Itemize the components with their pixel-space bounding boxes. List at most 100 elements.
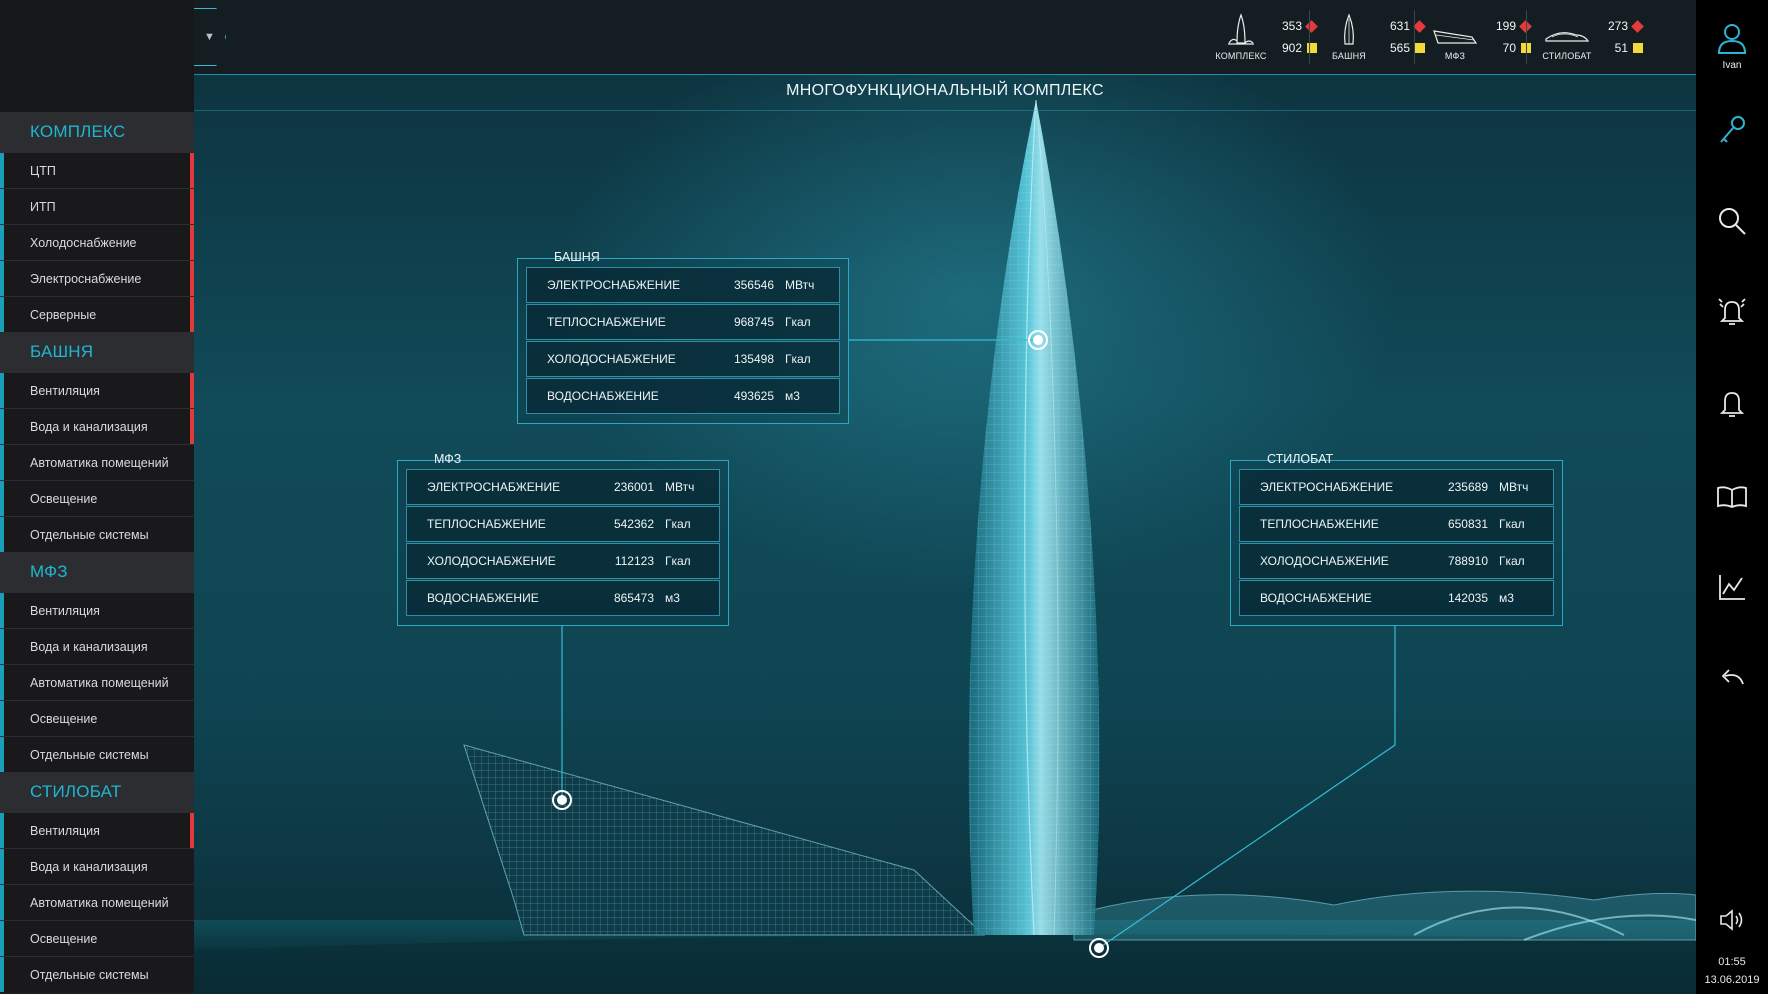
book-icon xyxy=(1717,486,1747,508)
bell-icon xyxy=(1719,392,1745,417)
table-row: ТЕПЛОСНАБЖЕНИЕ 968745 Гкал xyxy=(526,304,840,340)
alarm-count: 199 xyxy=(1495,19,1516,33)
sidebar-item[interactable]: Вода и канализация xyxy=(0,848,194,884)
status-label: СТИЛОБАТ xyxy=(1542,51,1592,61)
search-icon xyxy=(1719,208,1746,235)
user-button[interactable] xyxy=(1696,22,1768,54)
status-tower[interactable]: БАШНЯ 631 565 xyxy=(1320,0,1426,74)
sidebar-item[interactable]: Вода и канализация xyxy=(0,408,194,444)
metric-unit: м3 xyxy=(785,389,800,403)
volume-icon xyxy=(1720,909,1743,931)
right-toolbar: Ivan 01:55 13.06.2019 xyxy=(1696,0,1768,994)
stylobate-icon xyxy=(1545,32,1590,42)
sidebar-group-complex: КОМПЛЕКС ЦТП ИТП Холодоснабжение Электро… xyxy=(0,112,194,332)
alarm-diamond-icon xyxy=(1305,19,1318,33)
sidebar-item[interactable]: Вентиляция xyxy=(0,592,194,628)
sidebar-item[interactable]: Отдельные системы xyxy=(0,516,194,552)
metric-unit: МВтч xyxy=(1499,480,1529,494)
sidebar-group-header[interactable]: БАШНЯ xyxy=(0,332,194,372)
metric-value: 968745 xyxy=(733,315,774,329)
metric-value: 235689 xyxy=(1447,480,1488,494)
warning-square-icon xyxy=(1633,43,1643,53)
sidebar-item[interactable]: Холодоснабжение xyxy=(0,224,194,260)
sidebar-group-header[interactable]: СТИЛОБАТ xyxy=(0,772,194,812)
status-complex[interactable]: КОМПЛЕКС 353 902 xyxy=(1212,0,1318,74)
divider xyxy=(1414,10,1415,64)
sidebar-item[interactable]: Вентиляция xyxy=(0,812,194,848)
sidebar-item[interactable]: Вентиляция xyxy=(0,372,194,408)
undo-icon xyxy=(1721,669,1744,685)
table-row: ХОЛОДОСНАБЖЕНИЕ 112123 Гкал xyxy=(406,543,720,579)
panel-title: МФЗ xyxy=(434,452,462,466)
logo-area xyxy=(0,0,194,112)
metric-unit: Гкал xyxy=(785,352,811,366)
alarm-count: 273 xyxy=(1607,19,1628,33)
alarms-button[interactable] xyxy=(1696,296,1768,328)
metric-value: 493625 xyxy=(733,389,774,403)
charts-button[interactable] xyxy=(1696,572,1768,602)
alarm-diamond-icon xyxy=(1631,19,1644,33)
warning-count: 70 xyxy=(1502,41,1516,55)
table-row: ВОДОСНАБЖЕНИЕ 865473 м3 xyxy=(406,580,720,616)
metric-unit: МВтч xyxy=(785,278,815,292)
metric-unit: Гкал xyxy=(1499,517,1525,531)
sidebar-item[interactable]: Серверные xyxy=(0,296,194,332)
metric-label: ЭЛЕКТРОСНАБЖЕНИЕ xyxy=(1260,480,1394,494)
status-mfz[interactable]: МФЗ 199 70 xyxy=(1426,0,1532,74)
metric-value: 356546 xyxy=(733,278,774,292)
notifications-button[interactable] xyxy=(1696,388,1768,420)
panel-title: СТИЛОБАТ xyxy=(1267,452,1334,466)
status-label: КОМПЛЕКС xyxy=(1215,51,1267,61)
sidebar-item[interactable]: Автоматика помещений xyxy=(0,444,194,480)
status-label: БАШНЯ xyxy=(1332,51,1366,61)
mfz-icon xyxy=(1433,30,1478,44)
collapse-sidebar-button[interactable]: ▼ xyxy=(194,8,226,66)
metric-value: 788910 xyxy=(1447,554,1488,568)
metric-value: 142035 xyxy=(1447,591,1488,605)
sidebar-item[interactable]: ИТП xyxy=(0,188,194,224)
main-view: ▼ КОМПЛЕКС 353 902 БАШНЯ 631 565 МФЗ 199… xyxy=(194,0,1696,994)
sidebar-item[interactable]: Отдельные системы xyxy=(0,736,194,772)
table-row: ТЕПЛОСНАБЖЕНИЕ 650831 Гкал xyxy=(1239,506,1554,542)
table-row: ЭЛЕКТРОСНАБЖЕНИЕ 235689 МВтч xyxy=(1239,469,1554,505)
undo-button[interactable] xyxy=(1696,668,1768,692)
stylobate-info-panel: СТИЛОБАТ ЭЛЕКТРОСНАБЖЕНИЕ 235689 МВтч ТЕ… xyxy=(1230,452,1563,626)
documents-button[interactable] xyxy=(1696,484,1768,510)
search-button[interactable] xyxy=(1696,206,1768,236)
sidebar-item[interactable]: ЦТП xyxy=(0,152,194,188)
key-button[interactable] xyxy=(1696,114,1768,146)
sidebar-group-header[interactable]: КОМПЛЕКС xyxy=(0,112,194,152)
alarm-count: 631 xyxy=(1389,19,1410,33)
sidebar-item[interactable]: Освещение xyxy=(0,700,194,736)
volume-button[interactable] xyxy=(1696,908,1768,932)
sidebar-item[interactable]: Автоматика помещений xyxy=(0,664,194,700)
clock-time: 01:55 xyxy=(1718,956,1746,968)
sidebar-item[interactable]: Вода и канализация xyxy=(0,628,194,664)
status-stylobate[interactable]: СТИЛОБАТ 273 51 xyxy=(1538,0,1644,74)
metric-label: ТЕПЛОСНАБЖЕНИЕ xyxy=(1260,517,1379,531)
table-row: ЭЛЕКТРОСНАБЖЕНИЕ 356546 МВтч xyxy=(526,267,840,303)
clock-date: 13.06.2019 xyxy=(1704,974,1760,986)
table-row: ХОЛОДОСНАБЖЕНИЕ 135498 Гкал xyxy=(526,341,840,377)
table-row: ЭЛЕКТРОСНАБЖЕНИЕ 236001 МВтч xyxy=(406,469,720,505)
sidebar-group-header[interactable]: МФЗ xyxy=(0,552,194,592)
sidebar-item[interactable]: Электроснабжение xyxy=(0,260,194,296)
sidebar-group-stylobate: СТИЛОБАТ Вентиляция Вода и канализация А… xyxy=(0,772,194,992)
metric-value: 112123 xyxy=(614,554,654,568)
divider xyxy=(1309,10,1310,64)
sidebar-item[interactable]: Отдельные системы xyxy=(0,956,194,992)
metric-unit: м3 xyxy=(665,591,680,605)
sidebar-item[interactable]: Освещение xyxy=(0,920,194,956)
user-icon xyxy=(1717,24,1747,54)
table-row: ВОДОСНАБЖЕНИЕ 142035 м3 xyxy=(1239,580,1554,616)
table-row: ТЕПЛОСНАБЖЕНИЕ 542362 Гкал xyxy=(406,506,720,542)
page-title: МНОГОФУНКЦИОНАЛЬНЫЙ КОМПЛЕКС xyxy=(786,82,1104,99)
metric-unit: Гкал xyxy=(665,517,691,531)
metric-label: ВОДОСНАБЖЕНИЕ xyxy=(547,389,659,403)
sidebar-group-tower: БАШНЯ Вентиляция Вода и канализация Авто… xyxy=(0,332,194,552)
sidebar-item[interactable]: Автоматика помещений xyxy=(0,884,194,920)
metric-value: 650831 xyxy=(1447,517,1488,531)
metric-unit: м3 xyxy=(1499,591,1514,605)
sidebar-item[interactable]: Освещение xyxy=(0,480,194,516)
metric-value: 542362 xyxy=(613,517,654,531)
